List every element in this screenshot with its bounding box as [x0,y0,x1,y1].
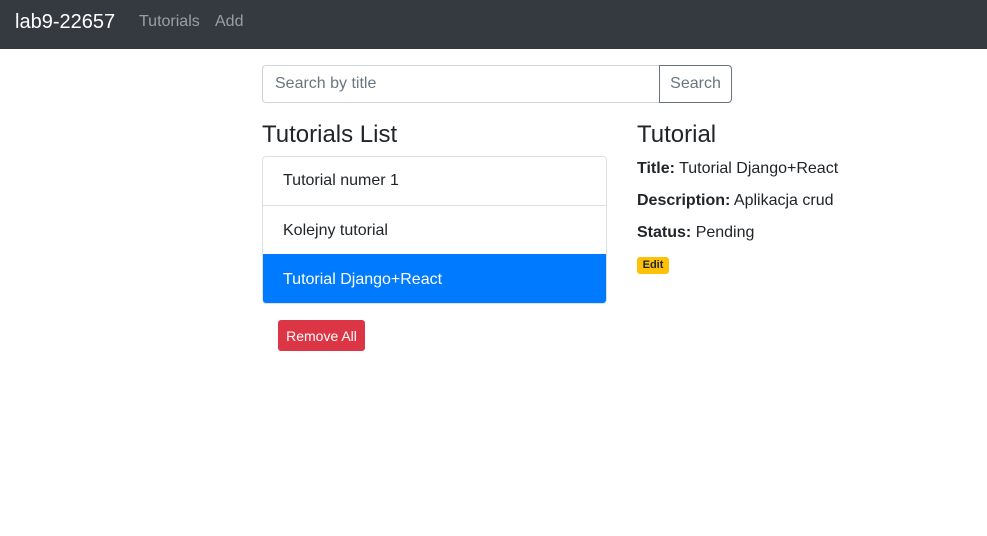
detail-title-value: Tutorial Django+React [679,160,839,177]
tutorials-list-heading: Tutorials List [262,121,398,148]
detail-status-row: Status: Pending [637,223,754,243]
remove-all-button[interactable]: Remove All [278,320,365,351]
detail-status-label: Status: [637,224,692,241]
detail-description-value: Aplikacja crud [733,192,834,209]
tutorial-list-item[interactable]: Kolejny tutorial [263,205,606,254]
detail-title-row: Title: Tutorial Django+React [637,159,838,179]
search-input[interactable] [262,65,660,103]
tutorial-list-item[interactable]: Tutorial numer 1 [263,157,606,205]
nav-link-add[interactable]: Add [215,12,243,32]
nav-link-tutorials[interactable]: Tutorials [139,12,200,32]
navbar-brand[interactable]: lab9-22657 [15,10,115,34]
edit-button[interactable]: Edit [637,257,669,274]
tutorial-detail-heading: Tutorial [637,121,717,148]
top-navbar: lab9-22657 Tutorials Add [0,0,987,49]
search-button[interactable]: Search [659,65,732,103]
detail-title-label: Title: [637,160,675,177]
detail-description-row: Description: Aplikacja crud [637,191,834,211]
detail-description-label: Description: [637,192,731,209]
tutorial-list-item-active[interactable]: Tutorial Django+React [263,254,606,303]
detail-status-value: Pending [695,224,755,241]
tutorials-list: Tutorial numer 1 Kolejny tutorial Tutori… [262,156,607,304]
